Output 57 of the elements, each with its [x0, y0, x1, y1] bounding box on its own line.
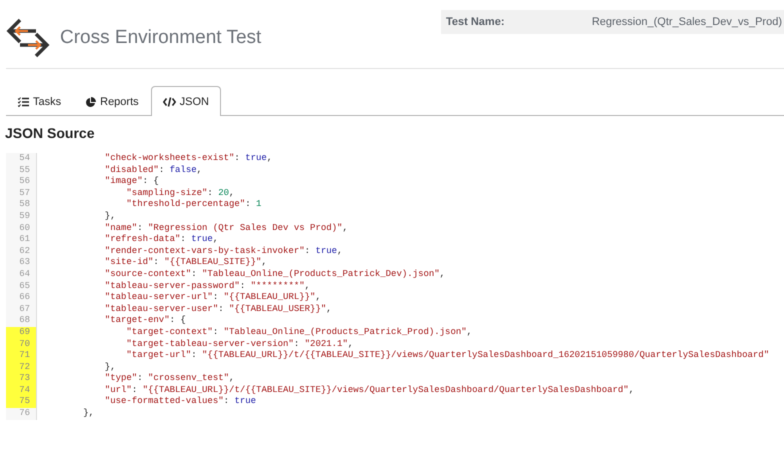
- code-line: "disabled": false,: [104, 164, 202, 176]
- code-line: "target-context": "Tableau_Online_(Products_Patrick_Prod).json",: [125, 326, 472, 338]
- code-line: "refresh-data": true,: [104, 234, 218, 246]
- code-line: "use-formatted-values": true: [104, 396, 256, 408]
- code-line: "target-tableau-server-version": "2021.1",: [125, 338, 354, 350]
- code-line: "sampling-size": 20,: [125, 188, 234, 200]
- section-title: JSON Source: [5, 125, 96, 141]
- line-number: 57: [6, 188, 37, 200]
- code-line: "type": "crossenv_test",: [104, 373, 234, 385]
- line-number: 65: [6, 280, 37, 292]
- line-number: 74: [6, 384, 37, 396]
- line-number: 69: [6, 326, 37, 338]
- code-line: "image": {: [104, 176, 159, 188]
- swap-arrows-icon: [6, 16, 50, 60]
- line-number: 63: [6, 257, 37, 269]
- code-line: "target-env": {: [104, 315, 186, 327]
- line-number: 71: [6, 350, 37, 362]
- test-name-value: Regression_(Qtr_Sales_Dev_vs_Prod): [592, 16, 782, 28]
- line-number: 75: [6, 396, 37, 408]
- line-number: 67: [6, 304, 37, 316]
- line-number: 62: [6, 246, 37, 258]
- line-number: 58: [6, 199, 37, 211]
- code-line: "tableau-server-user": "{{TABLEAU_USER}}",: [104, 304, 332, 316]
- code-line: "check-worksheets-exist": true,: [104, 153, 272, 165]
- code-line: "site-id": "{{TABLEAU_SITE}}",: [104, 257, 267, 269]
- code-line: },: [104, 362, 116, 374]
- tab[interactable]: Reports: [73, 87, 151, 116]
- line-number: 59: [6, 210, 37, 223]
- line-number: 70: [6, 338, 37, 350]
- code-line: "tableau-server-password": "********",: [104, 280, 310, 292]
- tab[interactable]: Tasks: [6, 87, 74, 116]
- code-line: },: [82, 408, 94, 420]
- code-line: "source-context": "Tableau_Online_(Products_Patrick_Dev).json",: [104, 268, 446, 281]
- code-icon: [162, 96, 176, 106]
- code-line: "target-url": "{{TABLEAU_URL}}/t/{{TABLEAU_SITE}}/views/QuarterlySalesDashboard_16202151059980/QuarterlySalesDashboard": [125, 350, 770, 362]
- line-number: 61: [6, 234, 37, 246]
- line-number: 56: [6, 176, 37, 188]
- tab[interactable]: JSON: [150, 86, 221, 116]
- list-icon: [18, 97, 29, 107]
- code-line: "threshold-percentage": 1: [125, 199, 262, 211]
- code-line: "render-context-vars-by-task-invoker": true,: [104, 246, 342, 258]
- line-number: 64: [6, 268, 37, 281]
- line-number: 55: [6, 164, 37, 176]
- line-number: 66: [6, 292, 37, 304]
- line-number: 60: [6, 222, 37, 234]
- line-number: 54: [6, 153, 37, 165]
- line-number: 76: [6, 408, 37, 420]
- line-number: 73: [6, 373, 37, 385]
- code-line: },: [104, 210, 116, 223]
- code-line: "url": "{{TABLEAU_URL}}/t/{{TABLEAU_SITE}}/views/QuarterlySalesDashboard/QuarterlySalesDashboard",: [104, 384, 634, 396]
- code-line: "tableau-server-url": "{{TABLEAU_URL}}",: [104, 292, 321, 304]
- line-number: 68: [6, 315, 37, 327]
- test-name-label: Test Name:: [446, 16, 504, 28]
- pie-chart-icon: [85, 96, 96, 108]
- line-number: 72: [6, 362, 37, 374]
- code-line: "name": "Regression (Qtr Sales Dev vs Prod)",: [104, 222, 348, 234]
- page-title: Cross Environment Test: [60, 27, 262, 49]
